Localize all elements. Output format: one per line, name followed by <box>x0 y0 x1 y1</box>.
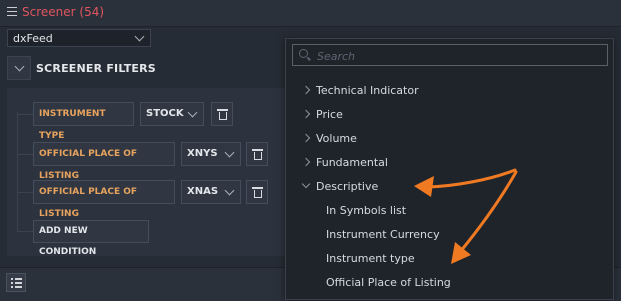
tree-connector <box>17 154 33 155</box>
tree-connector <box>17 114 33 115</box>
chevron-right-icon <box>301 109 311 119</box>
tree-connector <box>17 192 33 193</box>
condition-field-chip[interactable]: OFFICIAL PLACE OF LISTING <box>33 142 175 181</box>
search-input[interactable] <box>315 47 599 65</box>
tree-line <box>17 112 18 232</box>
category-technical-indicator[interactable]: Technical Indicator <box>286 80 613 102</box>
title-bar: Screener (54) <box>0 0 621 27</box>
chevron-right-icon <box>301 85 311 95</box>
option-label: Instrument Currency <box>326 228 440 241</box>
chevron-down-icon <box>134 31 145 42</box>
chevron-down-icon <box>187 107 198 118</box>
chevron-down-icon <box>301 179 311 189</box>
data-source-value: dxFeed <box>13 32 53 45</box>
category-price[interactable]: Price <box>286 104 613 126</box>
option-label: Official Place of Listing <box>326 276 451 289</box>
category-volume[interactable]: Volume <box>286 128 613 150</box>
condition-value-select[interactable]: XNYS <box>181 142 241 166</box>
condition-field-chip[interactable]: INSTRUMENT TYPE <box>33 102 134 141</box>
filter-picker-dropdown: Technical Indicator Price Volume Fundame… <box>285 38 614 300</box>
category-label: Price <box>316 108 343 121</box>
category-label: Technical Indicator <box>316 84 419 97</box>
category-descriptive[interactable]: Descriptive <box>286 176 613 198</box>
collapse-filters-button[interactable] <box>7 56 31 80</box>
option-instrument-currency[interactable]: Instrument Currency <box>286 224 613 246</box>
option-in-symbols-list[interactable]: In Symbols list <box>286 200 613 222</box>
trash-icon <box>252 149 263 160</box>
condition-value: XNAS <box>187 186 219 197</box>
page-title: Screener (54) <box>22 5 105 19</box>
search-box[interactable] <box>292 44 608 66</box>
option-label: Instrument type <box>326 252 415 265</box>
chevron-right-icon <box>301 133 311 143</box>
condition-field-chip[interactable]: OFFICIAL PLACE OF LISTING <box>33 180 175 219</box>
category-label: Descriptive <box>316 180 379 193</box>
category-fundamental[interactable]: Fundamental <box>286 152 613 174</box>
trash-icon <box>217 109 228 120</box>
trash-icon <box>252 187 263 198</box>
section-title: SCREENER FILTERS <box>36 62 156 75</box>
condition-value: XNYS <box>187 148 218 159</box>
chevron-down-icon <box>224 147 235 158</box>
list-view-button[interactable] <box>6 273 26 292</box>
add-condition-button[interactable]: ADD NEW CONDITION <box>33 220 149 257</box>
condition-value: STOCK <box>146 108 184 119</box>
chevron-down-icon <box>224 185 235 196</box>
delete-condition-button[interactable] <box>211 102 233 126</box>
search-icon <box>299 49 308 58</box>
category-label: Fundamental <box>316 156 388 169</box>
data-source-select[interactable]: dxFeed <box>7 29 151 47</box>
add-condition-label: ADD NEW CONDITION <box>39 226 97 257</box>
condition-value-select[interactable]: XNAS <box>181 180 241 204</box>
delete-condition-button[interactable] <box>246 142 268 166</box>
option-label: In Symbols list <box>326 204 407 217</box>
chevron-right-icon <box>301 157 311 167</box>
condition-value-select[interactable]: STOCK <box>140 102 204 126</box>
menu-icon[interactable] <box>7 7 17 16</box>
tree-connector <box>17 231 33 232</box>
delete-condition-button[interactable] <box>246 180 268 204</box>
category-label: Volume <box>316 132 357 145</box>
option-instrument-type[interactable]: Instrument type <box>286 248 613 270</box>
chevron-down-icon <box>14 61 25 72</box>
option-official-place-of-listing[interactable]: Official Place of Listing <box>286 272 613 294</box>
